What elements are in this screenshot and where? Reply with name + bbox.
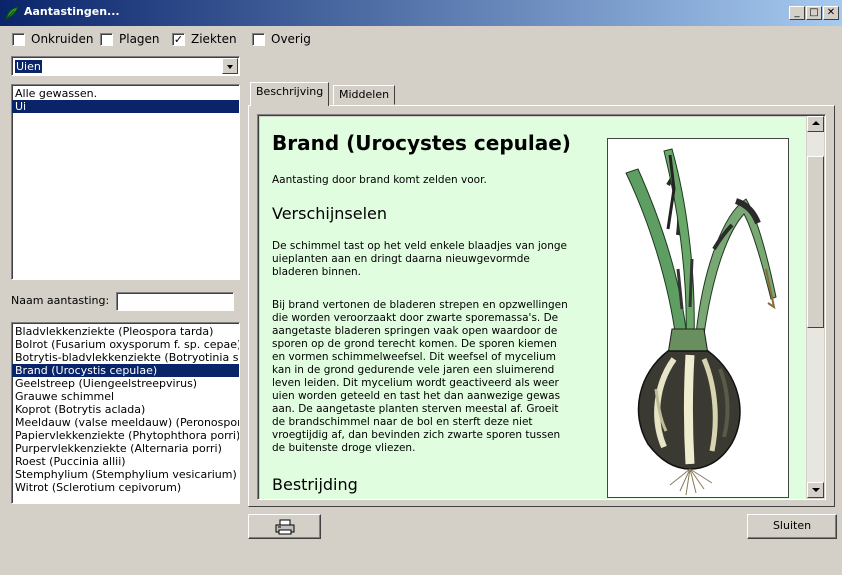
onion-image — [607, 138, 789, 498]
filter-onkruiden[interactable]: Onkruiden — [12, 32, 93, 46]
list-item[interactable]: Geelstreep (Uiengeelstreepvirus) — [12, 377, 239, 390]
list-item[interactable]: Bolrot (Fusarium oxysporum f. sp. cepae) — [12, 338, 239, 351]
list-item[interactable]: Bladvlekkenziekte (Pleospora tarda) — [12, 325, 239, 338]
section-heading: Verschijnselen — [272, 204, 388, 223]
list-item-selected[interactable]: Ui — [12, 100, 239, 113]
filter-overig[interactable]: Overig — [252, 32, 311, 46]
filter-plagen[interactable]: Plagen — [100, 32, 160, 46]
checkbox-checked[interactable]: ✓ — [172, 32, 185, 46]
section-paragraph: Bij brand vertonen de bladeren strepen e… — [272, 299, 568, 454]
title-bar: Aantastingen... _ □ ✕ — [0, 0, 842, 26]
crop-select-value: Uien — [15, 60, 42, 73]
window-title: Aantastingen... — [24, 5, 120, 18]
list-item[interactable]: Roest (Puccinia allii) — [12, 455, 239, 468]
print-button[interactable] — [248, 514, 321, 539]
article-title: Brand (Urocystes cepulae) — [272, 131, 571, 155]
leaf-icon — [5, 6, 19, 20]
list-item[interactable]: Stemphylium (Stemphylium vesicarium) — [12, 468, 239, 481]
list-item[interactable]: Witrot (Sclerotium cepivorum) — [12, 481, 239, 494]
scroll-down-icon[interactable] — [807, 482, 824, 498]
maximize-button[interactable]: □ — [806, 6, 822, 20]
close-icon: ✕ — [826, 7, 836, 18]
list-item[interactable]: Papiervlekkenziekte (Phytophthora porri) — [12, 429, 239, 442]
crop-list[interactable]: Alle gewassen. Ui — [11, 84, 240, 280]
minimize-button[interactable]: _ — [789, 6, 805, 20]
filter-label: Plagen — [119, 32, 160, 46]
disease-list[interactable]: Bladvlekkenziekte (Pleospora tarda) Bolr… — [11, 322, 240, 504]
filter-label: Overig — [271, 32, 311, 46]
checkbox[interactable] — [100, 32, 113, 46]
tab-beschrijving[interactable]: Beschrijving — [250, 82, 330, 106]
section-paragraph: De schimmel tast op het veld enkele blaa… — [272, 240, 567, 278]
onion-illustration — [625, 148, 777, 496]
section-heading: Bestrijding — [272, 475, 358, 494]
list-item[interactable]: Meeldauw (valse meeldauw) (Peronospora d… — [12, 416, 239, 429]
checkbox[interactable] — [12, 32, 25, 46]
name-search-label: Naam aantasting: — [11, 294, 110, 307]
list-item-selected[interactable]: Brand (Urocystis cepulae) — [12, 364, 239, 377]
close-window-button[interactable]: ✕ — [823, 6, 839, 20]
filter-ziekten[interactable]: ✓ Ziekten — [172, 32, 237, 46]
crop-select[interactable]: Uien — [11, 56, 240, 76]
scroll-thumb[interactable] — [807, 156, 824, 328]
close-button[interactable]: Sluiten — [747, 514, 837, 539]
maximize-icon: □ — [809, 7, 819, 18]
scroll-up-icon[interactable] — [807, 116, 824, 132]
list-item[interactable]: Botrytis-bladvlekkenziekte (Botryotinia … — [12, 351, 239, 364]
description-content: Brand (Urocystes cepulae) Aantasting doo… — [260, 117, 806, 499]
chevron-down-icon[interactable] — [222, 58, 238, 74]
minimize-icon: _ — [794, 7, 800, 18]
filter-label: Onkruiden — [31, 32, 94, 46]
checkbox[interactable] — [252, 32, 265, 46]
list-item[interactable]: Grauwe schimmel — [12, 390, 239, 403]
list-item[interactable]: Alle gewassen. — [12, 87, 239, 100]
name-search-input[interactable] — [116, 292, 234, 311]
vertical-scrollbar[interactable] — [807, 116, 824, 498]
description-viewer: Brand (Urocystes cepulae) Aantasting doo… — [257, 114, 826, 500]
list-item[interactable]: Koprot (Botrytis aclada) — [12, 403, 239, 416]
list-item[interactable]: Purpervlekkenziekte (Alternaria porri) — [12, 442, 239, 455]
filter-label: Ziekten — [191, 32, 237, 46]
printer-icon — [275, 519, 294, 535]
article-intro: Aantasting door brand komt zelden voor. — [272, 174, 487, 186]
tab-middelen[interactable]: Middelen — [333, 85, 396, 105]
